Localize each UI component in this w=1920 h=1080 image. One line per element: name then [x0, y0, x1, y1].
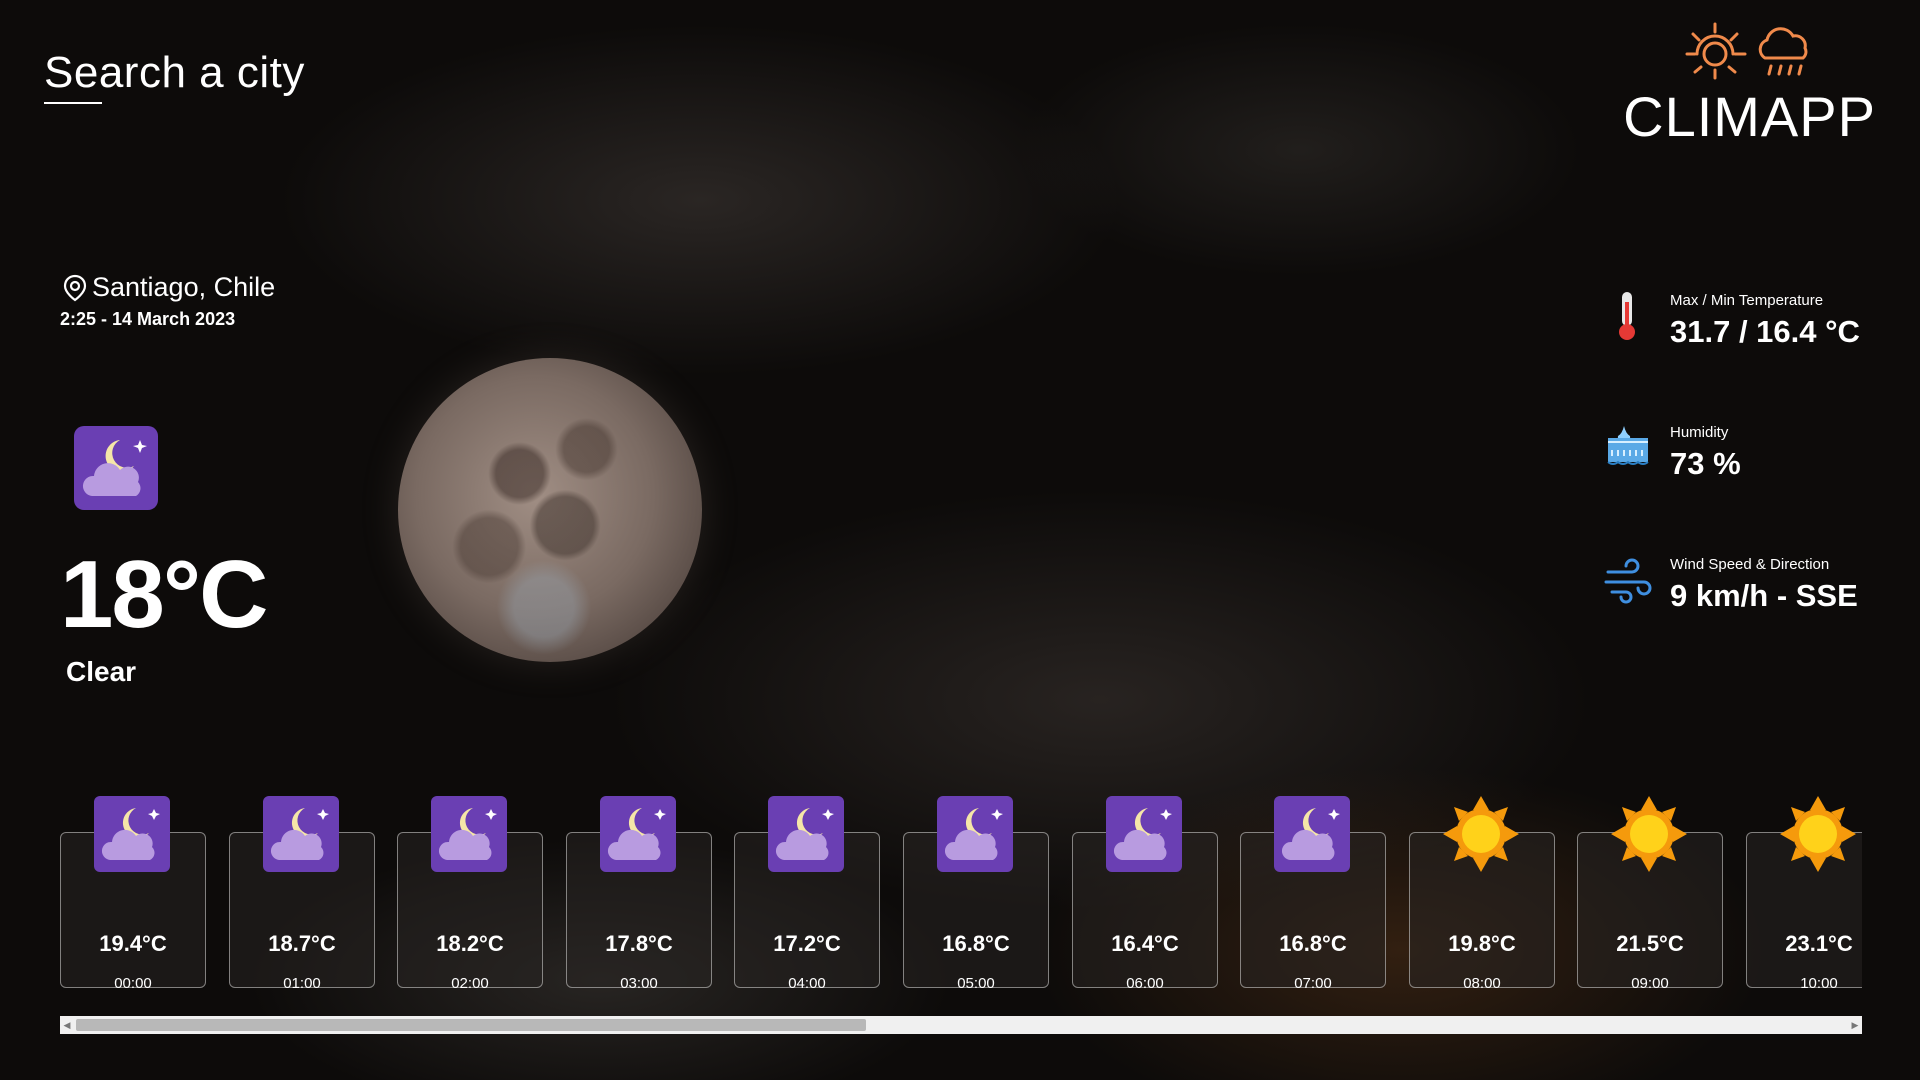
- hourly-temp: 23.1°C: [1785, 931, 1853, 956]
- hourly-time: 10:00: [1800, 975, 1838, 992]
- hourly-temp: 19.4°C: [99, 931, 167, 956]
- night-cloud-icon: [1274, 796, 1350, 872]
- stat-humidity: Humidity 73 %: [1604, 418, 1884, 498]
- stat-label: Humidity: [1670, 424, 1729, 441]
- scroll-left-arrow-icon[interactable]: ◀: [60, 1016, 74, 1034]
- night-cloud-icon: [937, 796, 1013, 872]
- hourly-time: 01:00: [283, 975, 321, 992]
- stat-max-min-temperature: Max / Min Temperature 31.7 / 16.4 °C: [1604, 286, 1884, 366]
- hourly-scrollbar[interactable]: ◀ ▶: [60, 1016, 1862, 1034]
- moon-background: [398, 358, 702, 662]
- location-city: Santiago, Chile: [92, 272, 276, 302]
- night-cloud-icon: [431, 796, 507, 872]
- stat-value: 31.7 / 16.4 °C: [1670, 314, 1860, 349]
- humidity-icon: [1607, 426, 1649, 465]
- hourly-temp: 18.2°C: [436, 931, 504, 956]
- hourly-forecast[interactable]: 19.4°C 00:00 18.7°C 01:00 18.2°C 02:00 17.8°C 0…: [60, 796, 1862, 992]
- scroll-thumb[interactable]: [76, 1019, 866, 1031]
- hourly-temp: 16.8°C: [942, 931, 1010, 956]
- hourly-time: 04:00: [788, 975, 826, 992]
- night-cloud-icon: [768, 796, 844, 872]
- night-cloud-icon: [94, 796, 170, 872]
- location-datetime: 2:25 - 14 March 2023: [60, 309, 236, 329]
- hourly-time: 00:00: [114, 975, 152, 992]
- stat-value: 73 %: [1670, 446, 1741, 481]
- search-underline: [44, 102, 102, 104]
- hourly-time: 08:00: [1463, 975, 1501, 992]
- brand-logo: CLIMAPP: [1623, 20, 1876, 149]
- stat-label: Wind Speed & Direction: [1670, 556, 1830, 573]
- hourly-temp: 17.8°C: [605, 931, 673, 956]
- night-cloud-icon: [74, 426, 158, 510]
- night-cloud-icon: [263, 796, 339, 872]
- location-pin-icon: [63, 274, 87, 301]
- hourly-temp: 16.4°C: [1111, 931, 1179, 956]
- cloud-rain-icon: [1758, 27, 1807, 76]
- hourly-temp: 21.5°C: [1616, 931, 1684, 956]
- current-temperature: 18°C: [60, 541, 268, 648]
- sun-icon: [1611, 796, 1687, 872]
- brand-name: CLIMAPP: [1623, 85, 1876, 148]
- hourly-time: 05:00: [957, 975, 995, 992]
- location-block: Santiago, Chile 2:25 - 14 March 2023: [60, 272, 276, 330]
- hourly-time: 09:00: [1631, 975, 1669, 992]
- hourly-temp: 19.8°C: [1448, 931, 1516, 956]
- sun-icon: [1780, 796, 1856, 872]
- thermometer-icon: [1619, 292, 1635, 340]
- scroll-right-arrow-icon[interactable]: ▶: [1848, 1016, 1862, 1034]
- hourly-time: 06:00: [1126, 975, 1164, 992]
- night-cloud-icon: [600, 796, 676, 872]
- sun-icon: [1443, 796, 1519, 872]
- search-city[interactable]: Search a city: [44, 48, 305, 104]
- stat-wind: Wind Speed & Direction 9 km/h - SSE: [1604, 550, 1884, 630]
- current-condition: Clear: [66, 656, 137, 687]
- wind-icon: [1604, 558, 1652, 604]
- hourly-temp: 17.2°C: [773, 931, 841, 956]
- hourly-time: 02:00: [451, 975, 489, 992]
- stat-value: 9 km/h - SSE: [1670, 578, 1858, 613]
- stat-label: Max / Min Temperature: [1670, 292, 1824, 309]
- hourly-temp: 18.7°C: [268, 931, 336, 956]
- hourly-time: 07:00: [1294, 975, 1332, 992]
- night-cloud-icon: [1106, 796, 1182, 872]
- hourly-temp: 16.8°C: [1279, 931, 1347, 956]
- hourly-time: 03:00: [620, 975, 658, 992]
- sun-icon: [1685, 22, 1747, 80]
- search-city-label[interactable]: Search a city: [44, 48, 305, 98]
